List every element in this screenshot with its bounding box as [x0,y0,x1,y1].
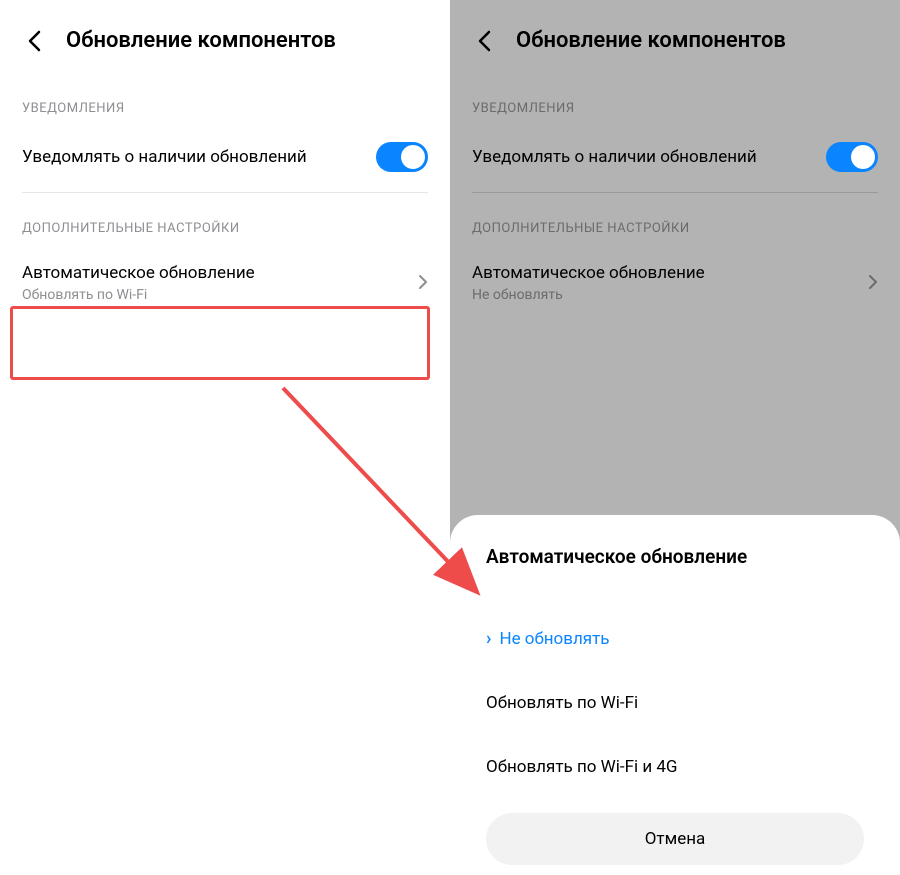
auto-update-row[interactable]: Автоматическое обновление Обновлять по W… [0,250,450,323]
cancel-button[interactable]: Отмена [486,813,864,865]
auto-update-bottom-sheet: Автоматическое обновление › Не обновлять… [450,515,900,875]
option-update-wifi-4g[interactable]: Обновлять по Wi-Fi и 4G [486,735,864,799]
option-label: Обновлять по Wi-Fi [486,693,638,713]
check-icon: › [486,628,491,649]
back-icon[interactable] [22,29,46,53]
section-header-notifications: УВЕДОМЛЕНИЯ [450,73,900,130]
auto-update-subtitle: Обновлять по Wi-Fi [22,287,418,303]
setting-text: Автоматическое обновление Не обновлять [472,262,868,303]
auto-update-title: Автоматическое обновление [22,262,418,285]
toggle-knob [401,145,425,169]
auto-update-subtitle: Не обновлять [472,287,868,303]
auto-update-title: Автоматическое обновление [472,262,868,285]
notify-toggle[interactable] [826,142,878,172]
header: Обновление компонентов [450,0,900,73]
settings-screen-after: Обновление компонентов УВЕДОМЛЕНИЯ Уведо… [450,0,900,875]
notify-updates-row[interactable]: Уведомлять о наличии обновлений [450,130,900,192]
option-label: Не обновлять [499,629,609,649]
option-do-not-update[interactable]: › Не обновлять [486,606,864,671]
settings-content: Обновление компонентов УВЕДОМЛЕНИЯ Уведо… [0,0,450,323]
notify-updates-title: Уведомлять о наличии обновлений [472,146,826,169]
option-update-wifi[interactable]: Обновлять по Wi-Fi [486,671,864,735]
setting-text: Автоматическое обновление Обновлять по W… [22,262,418,303]
page-title: Обновление компонентов [66,28,336,53]
settings-content-dimmed: Обновление компонентов УВЕДОМЛЕНИЯ Уведо… [450,0,900,323]
setting-text: Уведомлять о наличии обновлений [22,146,376,169]
notify-updates-title: Уведомлять о наличии обновлений [22,146,376,169]
chevron-right-icon [868,274,878,290]
page-title: Обновление компонентов [516,28,786,53]
option-label: Обновлять по Wi-Fi и 4G [486,757,678,777]
sheet-title: Автоматическое обновление [486,545,864,568]
chevron-right-icon [418,274,428,290]
setting-text: Уведомлять о наличии обновлений [472,146,826,169]
auto-update-row[interactable]: Автоматическое обновление Не обновлять [450,250,900,323]
settings-screen-before: Обновление компонентов УВЕДОМЛЕНИЯ Уведо… [0,0,450,875]
notify-toggle[interactable] [376,142,428,172]
section-header-additional: ДОПОЛНИТЕЛЬНЫЕ НАСТРОЙКИ [0,193,450,250]
section-header-additional: ДОПОЛНИТЕЛЬНЫЕ НАСТРОЙКИ [450,193,900,250]
header: Обновление компонентов [0,0,450,73]
back-icon[interactable] [472,29,496,53]
section-header-notifications: УВЕДОМЛЕНИЯ [0,73,450,130]
notify-updates-row[interactable]: Уведомлять о наличии обновлений [0,130,450,192]
toggle-knob [851,145,875,169]
